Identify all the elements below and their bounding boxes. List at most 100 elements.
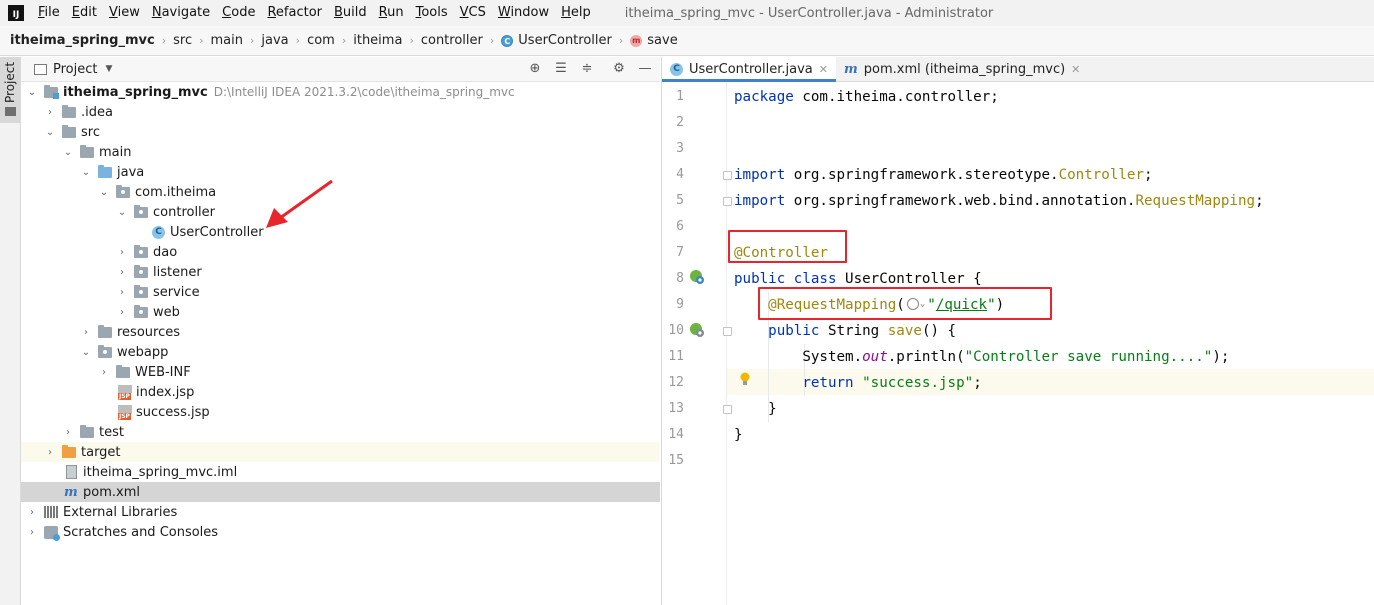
tree-item-com-itheima[interactable]: ⌄ com.itheima	[21, 182, 660, 202]
source-folder-icon	[98, 164, 112, 178]
chevron-down-icon[interactable]: ⌄	[80, 167, 92, 178]
tree-item-test[interactable]: › test	[21, 422, 660, 442]
tree-item-idea[interactable]: › .idea	[21, 102, 660, 122]
menu-run[interactable]: Run	[373, 2, 410, 24]
expand-all-icon[interactable]: ☰	[553, 61, 569, 77]
menu-help[interactable]: Help	[555, 2, 597, 24]
tab-usercontroller-java[interactable]: C UserController.java ✕	[662, 57, 836, 82]
code-token: import	[734, 167, 786, 183]
code-editor[interactable]: 1 2 3 4 5 6 7 8 9 10 11 12 13 14 15 pack…	[661, 82, 1374, 605]
tree-item-index-jsp[interactable]: JSP index.jsp	[21, 382, 660, 402]
chevron-right-icon[interactable]: ›	[62, 427, 74, 438]
chevron-down-icon[interactable]: ⌄	[44, 127, 56, 138]
breadcrumb-class[interactable]: C UserController	[501, 33, 612, 48]
fold-marker-icon[interactable]	[723, 327, 732, 336]
chevron-down-icon[interactable]: ⌄	[26, 87, 38, 98]
chevron-down-icon[interactable]: ⌄	[80, 347, 92, 358]
tree-item-success-jsp[interactable]: JSP success.jsp	[21, 402, 660, 422]
locate-file-icon[interactable]: ⊕	[527, 61, 543, 77]
menu-view[interactable]: View	[103, 2, 146, 24]
menu-code[interactable]: Code	[216, 2, 261, 24]
tab-pom-xml[interactable]: m pom.xml (itheima_spring_mvc) ✕	[836, 57, 1088, 81]
tree-item-web[interactable]: › web	[21, 302, 660, 322]
chevron-right-icon[interactable]: ›	[116, 267, 128, 278]
chevron-right-icon[interactable]: ›	[44, 447, 56, 458]
tree-item-java[interactable]: ⌄ java	[21, 162, 660, 182]
code-token: }	[768, 401, 777, 417]
close-icon[interactable]: ✕	[1071, 63, 1080, 76]
menu-navigate[interactable]: Navigate	[146, 2, 216, 24]
menu-window[interactable]: Window	[492, 2, 555, 24]
breadcrumb-controller[interactable]: controller	[421, 33, 483, 48]
gear-icon[interactable]: ⚙	[611, 61, 627, 77]
line-number: 12	[668, 375, 684, 390]
tree-item-usercontroller[interactable]: C UserController	[21, 222, 660, 242]
spring-request-mapping-icon[interactable]	[689, 322, 705, 338]
chevron-right-icon[interactable]: ›	[80, 327, 92, 338]
breadcrumb-project[interactable]: itheima_spring_mvc	[10, 33, 155, 48]
folder-icon	[80, 424, 94, 438]
tree-item-target[interactable]: › target	[21, 442, 660, 462]
tree-item-listener[interactable]: › listener	[21, 262, 660, 282]
tree-item-controller[interactable]: ⌄ controller	[21, 202, 660, 222]
chevron-right-icon[interactable]: ›	[26, 527, 38, 538]
menu-tools[interactable]: Tools	[410, 2, 454, 24]
tree-item-service[interactable]: › service	[21, 282, 660, 302]
tree-item-main[interactable]: ⌄ main	[21, 142, 660, 162]
chevron-down-icon[interactable]: ⌄	[62, 147, 74, 158]
package-icon	[134, 304, 148, 318]
chevron-right-icon[interactable]: ›	[116, 247, 128, 258]
fold-marker-icon[interactable]	[723, 405, 732, 414]
breadcrumb-java[interactable]: java	[261, 33, 288, 48]
menu-vcs[interactable]: VCS	[454, 2, 492, 24]
folder-icon	[116, 364, 130, 378]
code-token: () {	[921, 323, 957, 339]
line-number: 4	[676, 167, 684, 182]
menu-refactor[interactable]: Refactor	[261, 2, 328, 24]
tree-item-label: listener	[153, 264, 202, 280]
chevron-down-icon[interactable]: ▼	[105, 64, 112, 74]
chevron-right-icon[interactable]: ›	[44, 107, 56, 118]
tree-item-dao[interactable]: › dao	[21, 242, 660, 262]
tree-item-webapp[interactable]: ⌄ webapp	[21, 342, 660, 362]
collapse-all-icon[interactable]: ≑	[579, 61, 595, 77]
tree-item-pom-xml[interactable]: m pom.xml	[21, 482, 660, 502]
tree-item-iml[interactable]: itheima_spring_mvc.iml	[21, 462, 660, 482]
breadcrumb-method[interactable]: m save	[630, 33, 678, 48]
menu-file[interactable]: File	[32, 2, 66, 24]
chevron-right-icon[interactable]: ›	[116, 287, 128, 298]
project-panel-title[interactable]: Project	[53, 62, 97, 77]
intellij-logo-icon[interactable]: IJ	[8, 5, 24, 21]
line-number: 13	[668, 401, 684, 416]
fold-marker-icon[interactable]	[723, 171, 732, 180]
chevron-down-icon[interactable]: ⌄	[116, 207, 128, 218]
breadcrumb-itheima[interactable]: itheima	[353, 33, 402, 48]
tree-item-label: com.itheima	[135, 184, 217, 200]
chevron-right-icon[interactable]: ›	[116, 307, 128, 318]
spring-bean-icon[interactable]	[689, 269, 705, 285]
chevron-down-icon[interactable]: ⌄	[98, 187, 110, 198]
class-icon: C	[152, 225, 165, 239]
tree-item-external-libraries[interactable]: › External Libraries	[21, 502, 660, 522]
code-token: org.springframework.stereotype.	[793, 167, 1059, 183]
tree-item-project-root[interactable]: ⌄ itheima_spring_mvc D:\IntelliJ IDEA 20…	[21, 82, 660, 102]
breadcrumb-src[interactable]: src	[173, 33, 192, 48]
menu-build[interactable]: Build	[328, 2, 373, 24]
tree-item-scratches[interactable]: › Scratches and Consoles	[21, 522, 660, 542]
folder-icon	[5, 107, 16, 116]
project-tool-window-button[interactable]: Project	[0, 57, 20, 123]
breadcrumb-com[interactable]: com	[307, 33, 335, 48]
breadcrumb-main[interactable]: main	[211, 33, 243, 48]
chevron-right-icon[interactable]: ›	[26, 507, 38, 518]
tree-item-resources[interactable]: › resources	[21, 322, 660, 342]
tree-item-web-inf[interactable]: › WEB-INF	[21, 362, 660, 382]
chevron-right-icon[interactable]: ›	[98, 367, 110, 378]
close-icon[interactable]: ✕	[819, 63, 828, 76]
fold-marker-icon[interactable]	[723, 197, 732, 206]
hide-panel-icon[interactable]: —	[637, 61, 653, 77]
menu-edit[interactable]: Edit	[66, 2, 103, 24]
line-number: 14	[668, 427, 684, 442]
tree-item-src[interactable]: ⌄ src	[21, 122, 660, 142]
controller-annotation-highlight-box	[728, 230, 847, 263]
code-line-10: public String save() {	[734, 318, 956, 344]
